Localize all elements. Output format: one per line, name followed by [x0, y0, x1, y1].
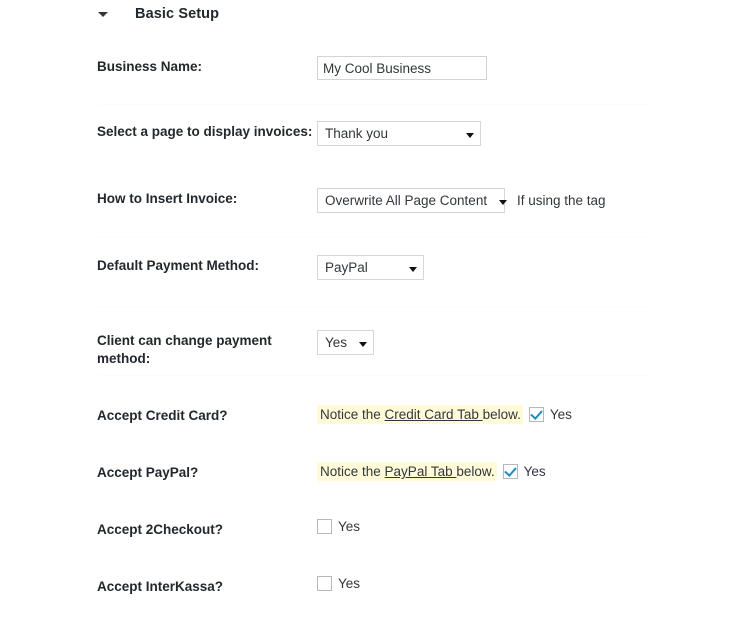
row-insert-invoice: How to Insert Invoice: Overwrite All Pag… [97, 188, 648, 238]
chevron-down-icon [397, 260, 417, 275]
label-accept-interkassa: Accept InterKassa? [97, 579, 224, 594]
row-display-page: Select a page to display invoices: Thank… [97, 121, 648, 173]
label-display-page: Select a page to display invoices: [97, 124, 313, 139]
field-client-can-change: Yes [317, 330, 648, 355]
chevron-down-icon[interactable] [97, 8, 109, 20]
label-accept-credit-card: Accept Credit Card? [97, 408, 228, 423]
accept-interkassa-checkbox[interactable] [317, 576, 332, 591]
label-accept-paypal: Accept PayPal? [97, 465, 199, 480]
insert-invoice-selected-value: Overwrite All Page Content [325, 193, 488, 208]
section-title: Basic Setup [135, 6, 220, 22]
row-accept-interkassa: Accept InterKassa? Yes [97, 576, 648, 624]
accept-2checkout-checkbox-wrap[interactable]: Yes [317, 519, 360, 534]
chevron-down-icon [487, 193, 507, 208]
accept-interkassa-checkbox-wrap[interactable]: Yes [317, 576, 360, 591]
display-page-select[interactable]: Thank you [317, 121, 481, 146]
credit-card-tab-link[interactable]: Credit Card Tab [385, 407, 483, 422]
field-accept-interkassa: Yes [317, 576, 648, 591]
label-insert-invoice: How to Insert Invoice: [97, 191, 238, 206]
row-accept-credit-card: Accept Credit Card? Notice the Credit Ca… [97, 405, 648, 453]
insert-invoice-helper-text: If using the tag [517, 193, 606, 208]
row-default-payment-method: Default Payment Method: PayPal [97, 255, 648, 307]
chevron-down-icon [454, 126, 474, 141]
row-accept-paypal: Accept PayPal? Notice the PayPal Tab bel… [97, 462, 648, 510]
label-business-name: Business Name: [97, 59, 203, 74]
label-accept-2checkout: Accept 2Checkout? [97, 522, 224, 537]
credit-card-notice-prefix: Notice the [320, 407, 385, 422]
field-insert-invoice: Overwrite All Page Content If using the … [317, 188, 648, 213]
label-client-can-change: Client can change payment method: [97, 333, 272, 366]
default-payment-method-selected-value: PayPal [325, 260, 368, 275]
field-accept-credit-card: Notice the Credit Card Tab below. Yes [317, 405, 648, 424]
accept-2checkout-checkbox[interactable] [317, 519, 332, 534]
field-accept-paypal: Notice the PayPal Tab below. Yes [317, 462, 648, 481]
field-default-payment-method: PayPal [317, 255, 648, 280]
label-default-payment-method: Default Payment Method: [97, 258, 260, 273]
client-can-change-selected-value: Yes [325, 335, 348, 350]
paypal-notice: Notice the PayPal Tab below. [317, 462, 497, 481]
credit-card-notice-suffix: below. [482, 407, 521, 422]
section-header-basic-setup[interactable]: Basic Setup [97, 0, 648, 29]
paypal-notice-prefix: Notice the [320, 464, 385, 479]
default-payment-method-select[interactable]: PayPal [317, 255, 424, 280]
client-can-change-select[interactable]: Yes [317, 330, 374, 355]
accept-interkassa-checkbox-label: Yes [338, 576, 361, 591]
accept-paypal-checkbox-label: Yes [523, 464, 546, 479]
accept-credit-card-checkbox-wrap[interactable]: Yes [528, 407, 572, 422]
field-business-name [317, 56, 648, 80]
paypal-notice-suffix: below. [456, 464, 495, 479]
credit-card-notice: Notice the Credit Card Tab below. [317, 405, 523, 424]
accept-credit-card-checkbox[interactable] [528, 407, 544, 422]
paypal-tab-link[interactable]: PayPal Tab [385, 464, 457, 479]
insert-invoice-select[interactable]: Overwrite All Page Content [317, 188, 505, 213]
business-name-input[interactable] [317, 56, 487, 80]
field-accept-2checkout: Yes [317, 519, 648, 534]
display-page-selected-value: Thank you [325, 126, 389, 141]
accept-paypal-checkbox-wrap[interactable]: Yes [502, 464, 546, 479]
accept-2checkout-checkbox-label: Yes [338, 519, 361, 534]
accept-credit-card-checkbox-label: Yes [549, 407, 572, 422]
accept-paypal-checkbox[interactable] [502, 464, 518, 479]
chevron-down-icon [347, 335, 367, 350]
row-business-name: Business Name: [97, 56, 648, 105]
field-display-page: Thank you [317, 121, 648, 146]
row-accept-2checkout: Accept 2Checkout? Yes [97, 519, 648, 567]
row-client-can-change: Client can change payment method: Yes [97, 330, 648, 376]
settings-page: Basic Setup Business Name: Select a page… [0, 0, 743, 609]
